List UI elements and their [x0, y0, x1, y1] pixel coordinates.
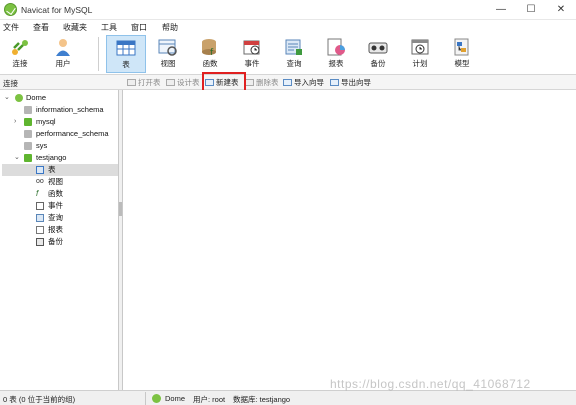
navicat-logo-icon: [4, 3, 17, 16]
schedule-icon: [410, 38, 430, 56]
connection-icon: [152, 394, 161, 403]
object-list-pane[interactable]: [124, 90, 576, 390]
menu-view[interactable]: 查看: [33, 22, 49, 33]
chevron-right-icon[interactable]: ›: [14, 116, 22, 128]
report-icon: [326, 38, 346, 56]
watermark-text: https://blog.csdn.net/qq_41068712: [330, 377, 531, 391]
database-icon: [24, 118, 32, 126]
splitter-grip[interactable]: [119, 202, 122, 216]
event-icon: [242, 38, 262, 56]
menu-favorites[interactable]: 收藏夹: [63, 22, 87, 33]
close-button[interactable]: ✕: [546, 0, 576, 20]
tree-db-information-schema[interactable]: information_schema: [14, 104, 118, 116]
design-table-icon: [166, 79, 175, 86]
tree-db-testjango[interactable]: ⌄ testjango: [14, 152, 118, 164]
function-icon: f: [36, 189, 39, 198]
status-table-count: 0 表 (0 位于当前的组): [3, 395, 76, 404]
menu-tools[interactable]: 工具: [101, 22, 117, 33]
query-icon: [36, 214, 44, 222]
title-bar: Navicat for MySQL — ☐ ✕: [0, 0, 576, 20]
open-table-button[interactable]: 打开表: [127, 76, 161, 89]
export-icon: [330, 79, 339, 86]
minimize-button[interactable]: —: [486, 0, 516, 20]
tree-db-mysql[interactable]: › mysql: [14, 116, 118, 128]
status-database: 数据库: testjango: [233, 395, 291, 404]
status-divider: [145, 392, 146, 405]
toolbar-separator: [98, 37, 99, 71]
view-icon: oo: [36, 178, 44, 185]
function-icon: f: [200, 38, 220, 58]
toolbar-model-button[interactable]: 模型: [444, 35, 480, 73]
tree-item-views[interactable]: oo 视图: [2, 176, 118, 188]
table-icon: [116, 39, 136, 57]
database-icon: [24, 154, 32, 162]
database-icon: [24, 106, 32, 114]
status-connection: Dome: [165, 394, 186, 403]
user-icon: [53, 38, 73, 56]
chevron-down-icon[interactable]: ⌄: [4, 92, 12, 104]
tree-connection-dome[interactable]: ⌄ Dome: [4, 92, 116, 104]
event-icon: [36, 202, 44, 210]
backup-icon: [36, 238, 44, 246]
status-bar: 0 表 (0 位于当前的组) Dome 用户: root 数据库: testja…: [0, 390, 576, 405]
connection-pane-label: 连接: [3, 79, 18, 88]
object-toolbar: 连接 打开表 设计表 新建表 删除表 导入向导 导出向导: [0, 75, 576, 162]
tree-item-functions[interactable]: f 函数: [2, 188, 118, 200]
toolbar-view-button[interactable]: 视图: [150, 35, 186, 73]
toolbar-report-button[interactable]: 报表: [318, 35, 354, 73]
database-icon: [24, 130, 32, 138]
view-icon: [158, 38, 178, 56]
tree-item-events[interactable]: 事件: [2, 200, 118, 212]
design-table-button[interactable]: 设计表: [166, 76, 200, 89]
import-icon: [283, 79, 292, 86]
tree-item-reports[interactable]: 报表: [2, 224, 118, 236]
backup-icon: [368, 38, 388, 56]
database-icon: [24, 142, 32, 150]
import-wizard-button[interactable]: 导入向导: [283, 76, 324, 89]
toolbar-schedule-button[interactable]: 计划: [402, 35, 438, 73]
window-title: Navicat for MySQL: [21, 5, 93, 15]
toolbar-backup-button[interactable]: 备份: [360, 35, 396, 73]
toolbar-connection-button[interactable]: 连接: [2, 35, 38, 73]
connection-icon: [15, 94, 23, 102]
table-icon: [36, 166, 44, 174]
pane-splitter[interactable]: [119, 90, 123, 390]
toolbar-function-button[interactable]: f 函数: [192, 35, 228, 73]
navigation-tree: ⌄ Dome information_schema › mysql perfor…: [0, 90, 119, 390]
menu-bar: 文件 查看 收藏夹 工具 窗口 帮助: [0, 20, 576, 33]
tree-db-performance-schema[interactable]: performance_schema: [14, 128, 118, 140]
toolbar-user-button[interactable]: 用户: [45, 35, 81, 73]
export-wizard-button[interactable]: 导出向导: [330, 76, 371, 89]
maximize-button[interactable]: ☐: [516, 0, 546, 20]
delete-table-icon: [245, 79, 254, 86]
toolbar-event-button[interactable]: 事件: [234, 35, 270, 73]
main-toolbar: 连接 用户 表 视图 f 函数 事件 查询 报表 备份 计划 模型: [0, 33, 576, 75]
chevron-down-icon[interactable]: ⌄: [14, 152, 22, 164]
tree-item-tables[interactable]: 表: [2, 164, 118, 176]
connection-icon: [10, 38, 30, 56]
menu-help[interactable]: 帮助: [162, 22, 178, 33]
query-icon: [284, 38, 304, 56]
status-user: 用户: root: [193, 395, 226, 404]
delete-table-button[interactable]: 删除表: [245, 76, 279, 89]
menu-file[interactable]: 文件: [3, 22, 19, 33]
tree-item-backups[interactable]: 备份: [2, 236, 118, 248]
report-icon: [36, 226, 44, 234]
tree-item-queries[interactable]: 查询: [2, 212, 118, 224]
model-icon: [452, 38, 472, 56]
tree-db-sys[interactable]: sys: [14, 140, 118, 152]
toolbar-table-button[interactable]: 表: [106, 35, 146, 73]
toolbar-query-button[interactable]: 查询: [276, 35, 312, 73]
menu-window[interactable]: 窗口: [131, 22, 147, 33]
open-table-icon: [127, 79, 136, 86]
